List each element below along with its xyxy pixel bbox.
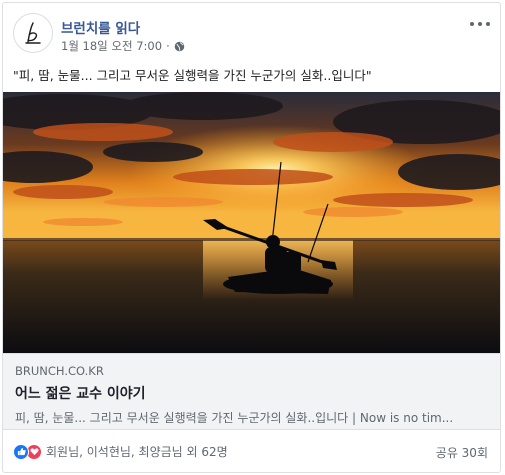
link-title[interactable]: 어느 젊은 교수 이야기 [15, 383, 488, 403]
more-options-icon[interactable] [470, 17, 490, 31]
reactions-summary[interactable]: 회원님, 이석현님, 최양금님 외 62명 [13, 443, 228, 460]
post-message: "피, 땀, 눈물... 그리고 무서운 실행력을 가진 누군가의 실화..입니… [13, 68, 372, 83]
page-name-link[interactable]: 브런치를 읽다 [61, 17, 140, 37]
link-domain: BRUNCH.CO.KR [15, 364, 104, 378]
reaction-names[interactable]: 회원님, 이석현님, 최양금님 외 62명 [46, 443, 228, 460]
post-footer: 회원님, 이석현님, 최양금님 외 62명 공유 30회 [13, 441, 488, 461]
brunch-logo-icon [25, 22, 41, 44]
page-avatar[interactable] [13, 13, 53, 53]
link-preview-image[interactable] [3, 92, 500, 353]
feed-post-card: 브런치를 읽다 1월 18일 오전 7:00 · "피, 땀, 눈물... 그리… [2, 2, 501, 473]
share-count[interactable]: 공유 30회 [436, 444, 488, 461]
post-timestamp[interactable]: 1월 18일 오전 7:00 [61, 38, 162, 54]
post-meta: 1월 18일 오전 7:00 · [61, 38, 185, 54]
post-header: 브런치를 읽다 1월 18일 오전 7:00 · [13, 13, 490, 55]
globe-icon[interactable] [174, 41, 185, 52]
meta-separator: · [166, 39, 170, 53]
link-description: 피, 땀, 눈물... 그리고 무서운 실행력을 가진 누군가의 실화..입니다… [15, 411, 454, 425]
link-preview[interactable]: BRUNCH.CO.KR 어느 젊은 교수 이야기 피, 땀, 눈물... 그리… [3, 353, 500, 430]
sunset-kayak-photo [3, 92, 500, 353]
like-reaction-icon[interactable] [13, 443, 29, 460]
